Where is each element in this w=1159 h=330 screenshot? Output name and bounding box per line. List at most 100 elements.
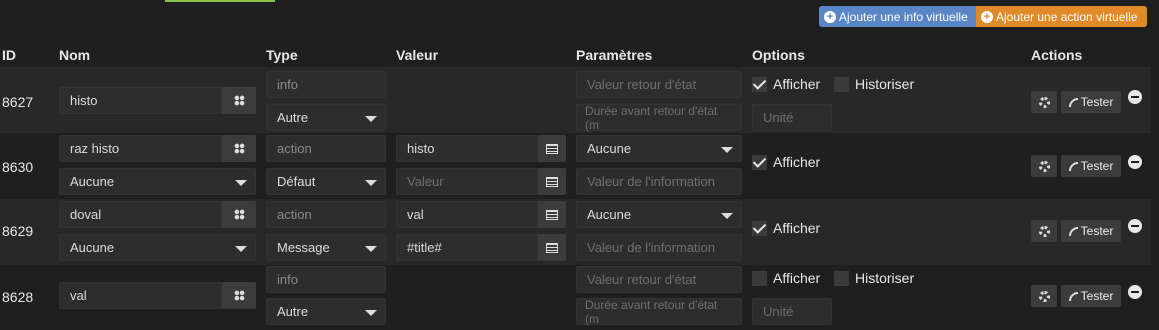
- afficher-checkbox[interactable]: Afficher: [752, 154, 820, 170]
- checkbox-icon: [834, 270, 849, 286]
- rss-icon: [1068, 161, 1078, 171]
- generic-type-button[interactable]: [222, 135, 256, 162]
- tester-label: Tester: [1080, 224, 1114, 238]
- value-list-button[interactable]: [538, 234, 566, 261]
- tester-button[interactable]: Tester: [1061, 91, 1121, 113]
- param-select[interactable]: Aucune: [576, 135, 742, 162]
- configure-button[interactable]: [1031, 155, 1057, 177]
- gears-icon: [1038, 225, 1050, 237]
- table-row: 8627 histo info Autre Valeur retour d'ét…: [0, 67, 1151, 133]
- header-id: ID: [2, 47, 16, 63]
- tester-button[interactable]: Tester: [1061, 155, 1121, 177]
- header-type: Type: [266, 47, 298, 63]
- subtype-select[interactable]: Message: [266, 234, 386, 261]
- remove-icon[interactable]: [1128, 90, 1142, 104]
- puzzle-icon: [232, 142, 246, 155]
- value-input[interactable]: histo: [396, 135, 538, 162]
- subtype-select[interactable]: Défaut: [266, 168, 386, 195]
- header-valeur: Valeur: [396, 47, 439, 63]
- row-id: 8627: [2, 94, 34, 110]
- tester-label: Tester: [1080, 289, 1114, 303]
- table-row: 8630 raz histo Aucune action Défaut hist…: [0, 133, 1151, 199]
- generic-type-button[interactable]: [222, 282, 256, 309]
- afficher-label: Afficher: [773, 270, 821, 286]
- puzzle-icon: [232, 94, 246, 107]
- generic-type-select[interactable]: Aucune: [59, 234, 256, 261]
- row-id: 8630: [2, 159, 34, 175]
- return-value-input[interactable]: Valeur retour d'état: [576, 71, 742, 98]
- name-input[interactable]: val: [59, 282, 222, 309]
- header-nom: Nom: [59, 47, 91, 63]
- plus-circle-icon: +: [981, 10, 993, 23]
- list-icon: [546, 242, 558, 253]
- add-virtual-action-button[interactable]: + Ajouter une action virtuelle: [976, 6, 1147, 27]
- tester-button[interactable]: Tester: [1061, 285, 1121, 307]
- type-field: action: [266, 135, 386, 162]
- tester-label: Tester: [1080, 95, 1114, 109]
- header-parametres: Paramètres: [576, 47, 653, 63]
- configure-button[interactable]: [1031, 285, 1057, 307]
- type-field: info: [266, 71, 386, 98]
- return-delay-input[interactable]: Durée avant retour d'état (m: [576, 104, 742, 132]
- param-select[interactable]: Aucune: [576, 201, 742, 228]
- return-value-input[interactable]: Valeur retour d'état: [576, 266, 742, 293]
- value-placeholder-input[interactable]: Valeur: [396, 168, 538, 195]
- add-virtual-action-label: Ajouter une action virtuelle: [996, 9, 1138, 24]
- rss-icon: [1068, 97, 1078, 107]
- unit-input[interactable]: Unité: [752, 104, 832, 131]
- generic-type-select[interactable]: Aucune: [59, 168, 256, 195]
- afficher-label: Afficher: [773, 220, 821, 236]
- header-actions: Actions: [1031, 47, 1083, 63]
- checkbox-icon: [752, 76, 767, 92]
- historiser-checkbox[interactable]: Historiser: [834, 270, 914, 286]
- remove-icon[interactable]: [1128, 155, 1142, 169]
- info-value-input[interactable]: Valeur de l'information: [576, 168, 742, 195]
- value-list-button[interactable]: [538, 135, 566, 162]
- list-icon: [546, 209, 558, 220]
- checkbox-icon: [752, 270, 767, 286]
- info-value-input[interactable]: Valeur de l'information: [576, 234, 742, 261]
- name-input[interactable]: histo: [59, 87, 222, 114]
- historiser-label: Historiser: [855, 270, 915, 286]
- configure-button[interactable]: [1031, 220, 1057, 242]
- gears-icon: [1038, 96, 1050, 108]
- subtype-select[interactable]: Autre: [266, 104, 386, 131]
- value-input[interactable]: val: [396, 201, 538, 228]
- title-input[interactable]: #title#: [396, 234, 538, 261]
- tester-button[interactable]: Tester: [1061, 220, 1121, 242]
- plus-circle-icon: +: [824, 10, 836, 23]
- historiser-checkbox[interactable]: Historiser: [834, 76, 914, 92]
- return-delay-input[interactable]: Durée avant retour d'état (m: [576, 298, 742, 326]
- subtype-select[interactable]: Autre: [266, 298, 386, 325]
- name-input[interactable]: doval: [59, 201, 222, 228]
- commands-panel: + Ajouter une info virtuelle + Ajouter u…: [0, 0, 1159, 330]
- row-id: 8628: [2, 289, 34, 305]
- afficher-label: Afficher: [773, 154, 821, 170]
- type-field: action: [266, 201, 386, 228]
- tester-label: Tester: [1080, 159, 1114, 173]
- type-field: info: [266, 266, 386, 293]
- value-list-button[interactable]: [538, 168, 566, 195]
- afficher-checkbox[interactable]: Afficher: [752, 76, 820, 92]
- checkbox-icon: [752, 154, 767, 170]
- active-tab-indicator: [165, 0, 275, 2]
- rss-icon: [1068, 291, 1078, 301]
- name-input[interactable]: raz histo: [59, 135, 222, 162]
- configure-button[interactable]: [1031, 91, 1057, 113]
- value-list-button[interactable]: [538, 201, 566, 228]
- generic-type-button[interactable]: [222, 201, 256, 228]
- unit-input[interactable]: Unité: [752, 298, 832, 325]
- checkbox-icon: [752, 220, 767, 236]
- generic-type-button[interactable]: [222, 87, 256, 114]
- add-virtual-info-label: Ajouter une info virtuelle: [839, 9, 968, 24]
- add-virtual-info-button[interactable]: + Ajouter une info virtuelle: [819, 6, 976, 27]
- row-id: 8629: [2, 223, 34, 239]
- afficher-checkbox[interactable]: Afficher: [752, 220, 820, 236]
- puzzle-icon: [232, 208, 246, 221]
- rss-icon: [1068, 226, 1078, 236]
- puzzle-icon: [232, 289, 246, 302]
- afficher-checkbox[interactable]: Afficher: [752, 270, 820, 286]
- remove-icon[interactable]: [1128, 219, 1142, 233]
- remove-icon[interactable]: [1128, 285, 1142, 299]
- gears-icon: [1038, 160, 1050, 172]
